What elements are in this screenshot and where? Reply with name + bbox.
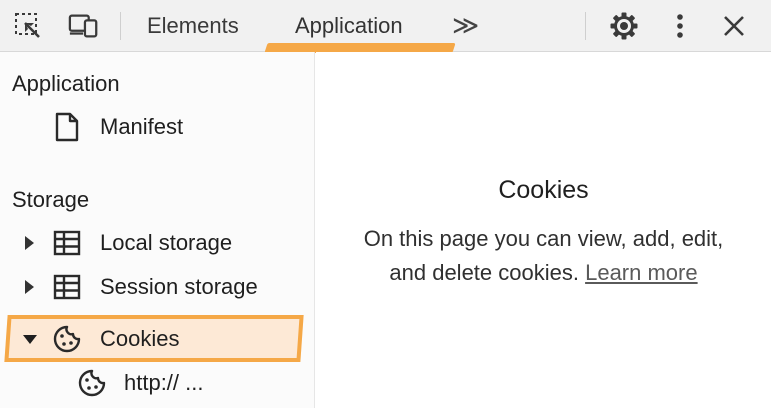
description-line-1: On this page you can view, add, edit, bbox=[363, 226, 724, 251]
more-tabs-button[interactable]: ≫ bbox=[452, 10, 479, 41]
expand-arrow-icon[interactable] bbox=[25, 280, 34, 294]
sidebar-item-label: Local storage bbox=[100, 230, 233, 255]
cookie-icon bbox=[52, 324, 82, 359]
description-line-2: and delete cookies. bbox=[389, 260, 579, 285]
devtools-toolbar: Elements Application ≫ bbox=[0, 0, 771, 53]
toolbar-divider bbox=[585, 12, 586, 40]
document-icon bbox=[55, 112, 79, 147]
main-panel: Cookies On this page you can view, add, … bbox=[316, 52, 771, 408]
tab-application[interactable]: Application bbox=[295, 13, 403, 39]
table-icon bbox=[53, 230, 81, 261]
sidebar: Application Manifest Storage Local stora… bbox=[0, 52, 315, 408]
inspect-icon[interactable] bbox=[12, 10, 44, 42]
sidebar-item-label: Manifest bbox=[100, 114, 184, 139]
sidebar-item-manifest[interactable]: Manifest bbox=[0, 107, 315, 147]
device-toggle-icon[interactable] bbox=[68, 10, 100, 42]
tab-elements[interactable]: Elements bbox=[147, 13, 239, 39]
page-title: Cookies bbox=[498, 176, 589, 204]
sidebar-item-label: Cookies bbox=[100, 326, 180, 351]
sidebar-item-session-storage[interactable]: Session storage bbox=[0, 267, 315, 307]
learn-more-link[interactable]: Learn more bbox=[585, 260, 698, 285]
settings-gear-icon[interactable] bbox=[608, 10, 640, 42]
section-title-application: Application bbox=[12, 71, 120, 96]
cookie-icon bbox=[77, 368, 107, 403]
collapse-arrow-icon[interactable] bbox=[23, 335, 37, 344]
sidebar-item-cookie-origin[interactable]: http:// ... bbox=[0, 363, 315, 403]
section-title-storage: Storage bbox=[12, 187, 90, 212]
close-icon[interactable] bbox=[718, 10, 750, 42]
description: On this page you can view, add, edit, an… bbox=[316, 222, 771, 290]
sidebar-item-local-storage[interactable]: Local storage bbox=[0, 223, 315, 263]
sidebar-item-cookies[interactable]: Cookies bbox=[0, 319, 315, 359]
expand-arrow-icon[interactable] bbox=[25, 236, 34, 250]
more-vert-icon[interactable] bbox=[664, 10, 696, 42]
sidebar-item-label: Session storage bbox=[100, 274, 258, 299]
table-icon bbox=[53, 274, 81, 305]
toolbar-divider bbox=[120, 12, 121, 40]
sidebar-item-label: http:// ... bbox=[124, 370, 204, 395]
